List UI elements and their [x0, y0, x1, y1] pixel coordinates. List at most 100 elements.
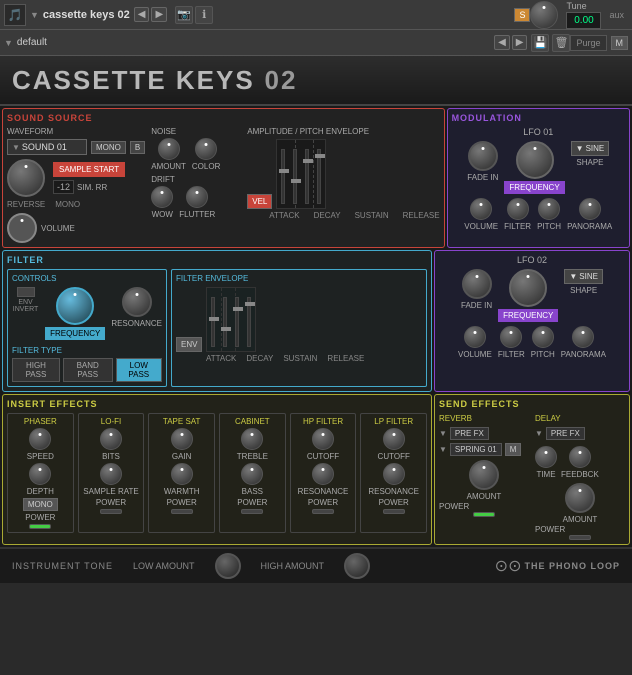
prev-preset[interactable]: ◀ [494, 35, 510, 50]
cabinet-bass-knob[interactable] [241, 463, 263, 485]
lfo01-freq-knob[interactable] [516, 141, 554, 179]
low-pass-btn[interactable]: LOW PASS [116, 358, 162, 382]
phaser-mono-btn[interactable]: MONO [23, 498, 58, 511]
env-invert-toggle[interactable] [17, 287, 35, 297]
lfo02-sine-btn[interactable]: ▼ SINE [564, 269, 603, 284]
filter-env-btn[interactable]: ENV [176, 337, 202, 352]
mono-tag[interactable]: MONO [91, 141, 126, 154]
noise-amount-knob[interactable] [158, 138, 180, 160]
delay-prefx-btn[interactable]: PRE FX [546, 427, 585, 440]
lfo01-sine-btn[interactable]: ▼ SINE [571, 141, 610, 156]
decay-slider[interactable] [293, 149, 297, 204]
lpfilter-power-indicator[interactable] [383, 509, 405, 514]
m-button[interactable]: M [611, 36, 629, 50]
tune-display-group: Tune 0.00 [566, 1, 601, 29]
reverb-power-indicator[interactable] [473, 512, 495, 517]
lfo02-pitch-knob[interactable] [532, 326, 554, 348]
tapesat-gain-knob[interactable] [171, 428, 193, 450]
sound-source-title: SOUND SOURCE [7, 113, 440, 123]
release-thumb [315, 154, 325, 158]
f-decay-slider[interactable] [223, 297, 227, 347]
phaser-speed-knob[interactable] [29, 428, 51, 450]
sound-select[interactable]: ▼ SOUND 01 [7, 139, 87, 155]
lfo02-fadein-label: FADE IN [461, 301, 492, 310]
delay-time-knob[interactable] [535, 446, 557, 468]
high-pass-btn[interactable]: HIGH PASS [12, 358, 60, 382]
sustain-slider[interactable] [305, 149, 309, 204]
phaser-power-indicator[interactable] [29, 524, 51, 529]
f-sustain-slider[interactable] [235, 297, 239, 347]
lpfilter-cutoff-knob[interactable] [383, 428, 405, 450]
lofi-sr-label: SAMPLE RATE [83, 487, 138, 496]
lfo02-freq-btn[interactable]: FREQUENCY [498, 309, 558, 322]
lfo01-bottom-row: VOLUME FILTER PITCH PANORAMA [464, 198, 612, 231]
prev-instrument[interactable]: ◀ [134, 7, 150, 22]
lfo02-filter-knob[interactable] [500, 326, 522, 348]
band-pass-btn[interactable]: BAND PASS [63, 358, 113, 382]
attack-slider[interactable] [281, 149, 285, 204]
lofi-sr-knob[interactable] [100, 463, 122, 485]
camera-icon[interactable]: 📷 [175, 6, 193, 24]
reverb-prefx-btn[interactable]: PRE FX [450, 427, 489, 440]
save-icon[interactable]: 💾 [531, 34, 549, 52]
b-tag[interactable]: B [130, 141, 145, 154]
f-attack-slider[interactable] [211, 297, 215, 347]
lfo01-fadein-knob[interactable] [468, 141, 498, 171]
tapesat-warmth-knob[interactable] [171, 463, 193, 485]
reverb-amount-knob[interactable] [469, 460, 499, 490]
drift-wow-knob[interactable] [151, 186, 173, 208]
delay-amount-knob[interactable] [565, 483, 595, 513]
info-icon[interactable]: ℹ [195, 6, 213, 24]
filter-res-knob[interactable] [122, 287, 152, 317]
lfo01-freq-btn[interactable]: FREQUENCY [504, 181, 564, 194]
release-slider[interactable] [317, 149, 321, 204]
sample-start-btn[interactable]: SAMPLE START [53, 162, 125, 177]
drift-flutter-knob[interactable] [186, 186, 208, 208]
hpfilter-power-indicator[interactable] [312, 509, 334, 514]
hpfilter-cutoff-knob[interactable] [312, 428, 334, 450]
filter-env-sliders [206, 287, 256, 352]
cabinet-treble-knob[interactable] [241, 428, 263, 450]
lfo02-freq-knob[interactable] [509, 269, 547, 307]
f-release-slider[interactable] [247, 297, 251, 347]
next-instrument[interactable]: ▶ [151, 7, 167, 22]
reverb-spring-select[interactable]: SPRING 01 [450, 443, 502, 456]
reverb-m-btn[interactable]: M [505, 443, 522, 456]
filter-freq-btn[interactable]: FREQUENCY [45, 327, 105, 340]
tapesat-power-indicator[interactable] [171, 509, 193, 514]
lfo01-volume-knob[interactable] [470, 198, 492, 220]
preset-nav[interactable]: ◀ ▶ [494, 35, 527, 50]
lfo02-volume-knob[interactable] [464, 326, 486, 348]
lofi-bits-knob[interactable] [100, 428, 122, 450]
lfo01-pitch-knob[interactable] [538, 198, 560, 220]
tapesat-unit: TAPE SAT GAIN WARMTH POWER [148, 413, 215, 533]
tune-knob[interactable] [530, 1, 558, 29]
filter-type-title: FILTER TYPE [12, 346, 162, 355]
delay-feedback-knob[interactable] [569, 446, 591, 468]
high-amount-knob[interactable] [344, 553, 370, 579]
delete-icon[interactable]: 🗑 [552, 34, 570, 52]
lfo01-area: LFO 01 FADE IN FREQUENCY ▼ SINE [452, 127, 625, 231]
volume-knob[interactable] [7, 213, 37, 243]
hpfilter-res-knob[interactable] [312, 463, 334, 485]
purge-btn[interactable]: Purge [570, 35, 606, 51]
low-amount-knob[interactable] [215, 553, 241, 579]
lfo01-panorama-knob[interactable] [579, 198, 601, 220]
lofi-power-indicator[interactable] [100, 509, 122, 514]
waveform-knob[interactable] [7, 159, 45, 197]
lfo02-fadein-knob[interactable] [462, 269, 492, 299]
cabinet-power-indicator[interactable] [241, 509, 263, 514]
filter-res-label: RESONANCE [111, 319, 162, 328]
lfo02-panorama-knob[interactable] [572, 326, 594, 348]
filter-freq-knob[interactable] [56, 287, 94, 325]
delay-power-indicator[interactable] [569, 535, 591, 540]
phaser-depth-knob[interactable] [29, 463, 51, 485]
next-preset[interactable]: ▶ [512, 35, 528, 50]
lfo01-fadein-label: FADE IN [467, 173, 498, 182]
s-button[interactable]: S [514, 8, 530, 22]
vel-btn[interactable]: VEL [247, 194, 272, 209]
instrument-nav[interactable]: ◀ ▶ [134, 7, 167, 22]
noise-color-knob[interactable] [195, 138, 217, 160]
lpfilter-res-knob[interactable] [383, 463, 405, 485]
lfo01-filter-knob[interactable] [507, 198, 529, 220]
